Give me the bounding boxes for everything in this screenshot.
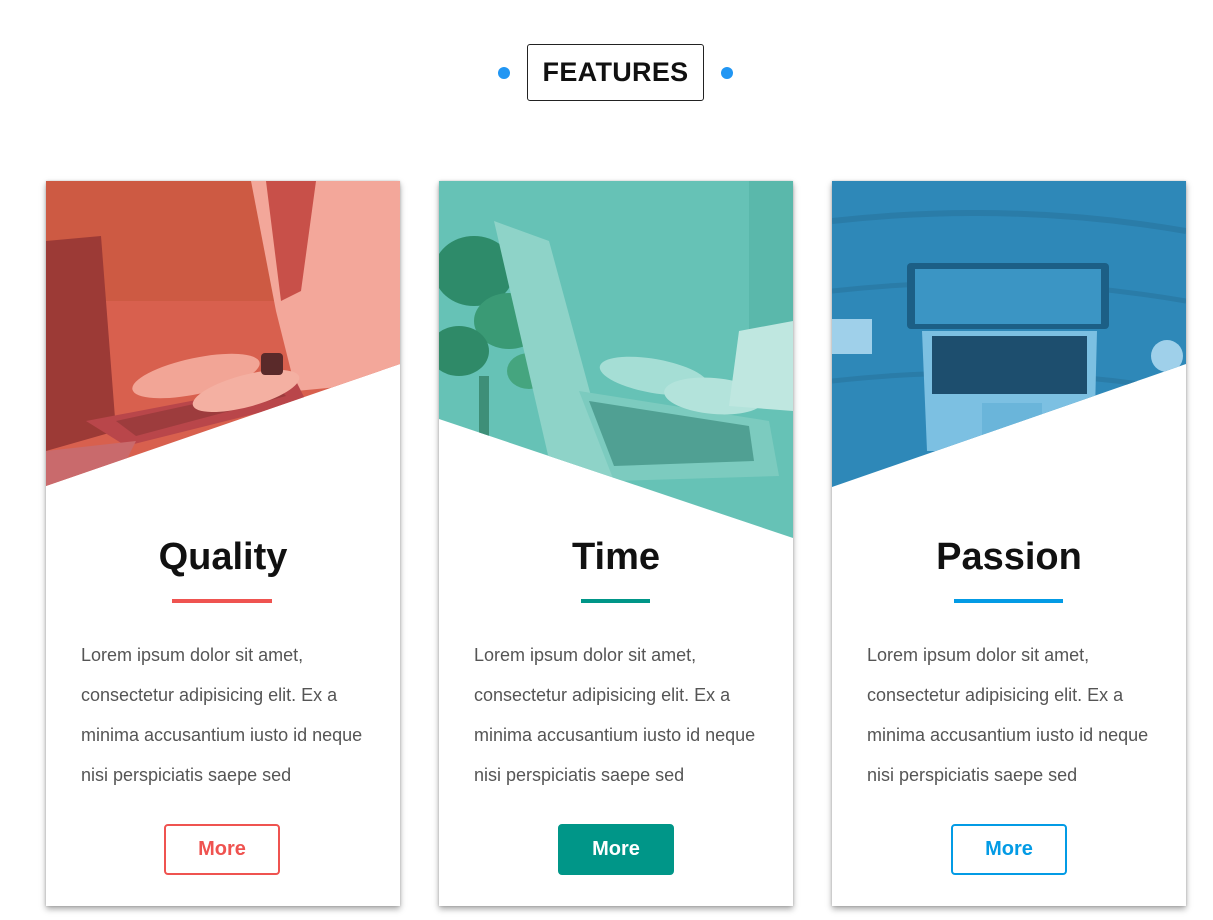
feature-card-time: Time Lorem ipsum dolor sit amet, consect… [439,181,793,906]
card-image [439,181,793,541]
card-text: Lorem ipsum dolor sit amet, consectetur … [474,645,756,785]
card-title: Time [571,536,660,578]
card-image [46,181,400,541]
more-button[interactable]: More [164,824,280,875]
header-dot-left [498,67,510,79]
more-button[interactable]: More [558,824,674,875]
title-underline [954,599,1063,603]
more-button[interactable]: More [951,824,1067,875]
section-title: FEATURES [527,44,704,101]
section-header: FEATURES [0,44,1213,101]
card-text: Lorem ipsum dolor sit amet, consectetur … [81,645,363,785]
card-text: Lorem ipsum dolor sit amet, consectetur … [867,645,1149,785]
title-underline [172,599,272,603]
title-underline [581,599,650,603]
card-title: Quality [158,536,288,578]
feature-card-quality: Quality Lorem ipsum dolor sit amet, cons… [46,181,400,906]
header-dot-right [721,67,733,79]
feature-card-passion: Passion Lorem ipsum dolor sit amet, cons… [832,181,1186,906]
card-title: Passion [936,536,1082,578]
card-image [832,181,1186,541]
